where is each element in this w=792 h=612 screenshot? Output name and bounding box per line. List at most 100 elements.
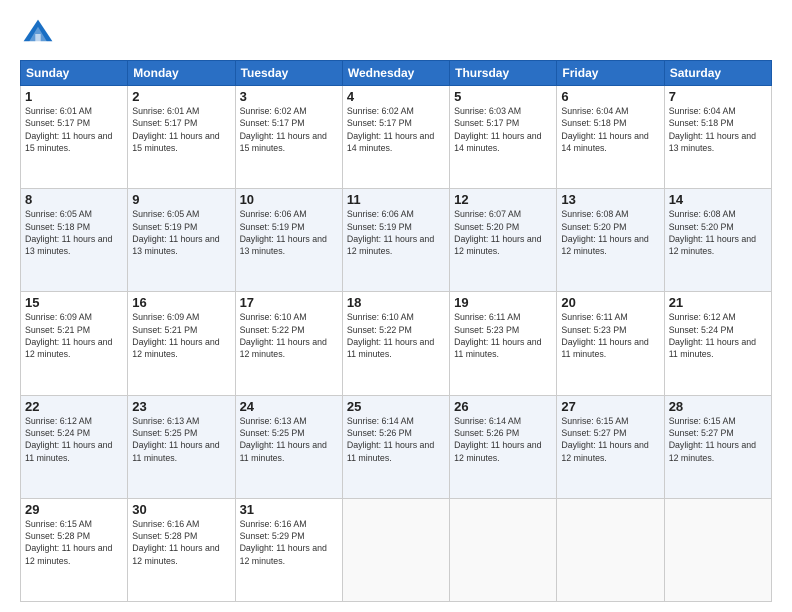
- calendar-cell: 13 Sunrise: 6:08 AMSunset: 5:20 PMDaylig…: [557, 189, 664, 292]
- calendar-table: SundayMondayTuesdayWednesdayThursdayFrid…: [20, 60, 772, 602]
- calendar-cell: 8 Sunrise: 6:05 AMSunset: 5:18 PMDayligh…: [21, 189, 128, 292]
- day-number: 21: [669, 295, 767, 310]
- calendar-cell: [664, 498, 771, 601]
- header: [20, 16, 772, 52]
- day-info: Sunrise: 6:04 AMSunset: 5:18 PMDaylight:…: [669, 106, 756, 153]
- day-info: Sunrise: 6:04 AMSunset: 5:18 PMDaylight:…: [561, 106, 648, 153]
- calendar-cell: [342, 498, 449, 601]
- day-info: Sunrise: 6:05 AMSunset: 5:18 PMDaylight:…: [25, 209, 112, 256]
- day-number: 13: [561, 192, 659, 207]
- day-number: 16: [132, 295, 230, 310]
- page: SundayMondayTuesdayWednesdayThursdayFrid…: [0, 0, 792, 612]
- day-number: 31: [240, 502, 338, 517]
- calendar-cell: 2 Sunrise: 6:01 AMSunset: 5:17 PMDayligh…: [128, 86, 235, 189]
- calendar-cell: 6 Sunrise: 6:04 AMSunset: 5:18 PMDayligh…: [557, 86, 664, 189]
- calendar-cell: 1 Sunrise: 6:01 AMSunset: 5:17 PMDayligh…: [21, 86, 128, 189]
- calendar-cell: 24 Sunrise: 6:13 AMSunset: 5:25 PMDaylig…: [235, 395, 342, 498]
- day-info: Sunrise: 6:14 AMSunset: 5:26 PMDaylight:…: [454, 416, 541, 463]
- day-number: 20: [561, 295, 659, 310]
- col-header-monday: Monday: [128, 61, 235, 86]
- calendar-cell: 19 Sunrise: 6:11 AMSunset: 5:23 PMDaylig…: [450, 292, 557, 395]
- day-number: 6: [561, 89, 659, 104]
- col-header-saturday: Saturday: [664, 61, 771, 86]
- col-header-wednesday: Wednesday: [342, 61, 449, 86]
- day-info: Sunrise: 6:09 AMSunset: 5:21 PMDaylight:…: [25, 312, 112, 359]
- day-info: Sunrise: 6:16 AMSunset: 5:29 PMDaylight:…: [240, 519, 327, 566]
- day-info: Sunrise: 6:02 AMSunset: 5:17 PMDaylight:…: [347, 106, 434, 153]
- day-info: Sunrise: 6:11 AMSunset: 5:23 PMDaylight:…: [561, 312, 648, 359]
- calendar-cell: 30 Sunrise: 6:16 AMSunset: 5:28 PMDaylig…: [128, 498, 235, 601]
- day-info: Sunrise: 6:14 AMSunset: 5:26 PMDaylight:…: [347, 416, 434, 463]
- day-number: 15: [25, 295, 123, 310]
- day-number: 9: [132, 192, 230, 207]
- calendar-cell: 23 Sunrise: 6:13 AMSunset: 5:25 PMDaylig…: [128, 395, 235, 498]
- day-info: Sunrise: 6:05 AMSunset: 5:19 PMDaylight:…: [132, 209, 219, 256]
- calendar-cell: 17 Sunrise: 6:10 AMSunset: 5:22 PMDaylig…: [235, 292, 342, 395]
- calendar-cell: 11 Sunrise: 6:06 AMSunset: 5:19 PMDaylig…: [342, 189, 449, 292]
- calendar-cell: 26 Sunrise: 6:14 AMSunset: 5:26 PMDaylig…: [450, 395, 557, 498]
- day-number: 5: [454, 89, 552, 104]
- calendar-cell: 4 Sunrise: 6:02 AMSunset: 5:17 PMDayligh…: [342, 86, 449, 189]
- day-number: 19: [454, 295, 552, 310]
- calendar-cell: 31 Sunrise: 6:16 AMSunset: 5:29 PMDaylig…: [235, 498, 342, 601]
- calendar-cell: 9 Sunrise: 6:05 AMSunset: 5:19 PMDayligh…: [128, 189, 235, 292]
- day-info: Sunrise: 6:06 AMSunset: 5:19 PMDaylight:…: [347, 209, 434, 256]
- day-info: Sunrise: 6:15 AMSunset: 5:28 PMDaylight:…: [25, 519, 112, 566]
- calendar-cell: 29 Sunrise: 6:15 AMSunset: 5:28 PMDaylig…: [21, 498, 128, 601]
- day-number: 30: [132, 502, 230, 517]
- calendar-cell: 18 Sunrise: 6:10 AMSunset: 5:22 PMDaylig…: [342, 292, 449, 395]
- day-info: Sunrise: 6:10 AMSunset: 5:22 PMDaylight:…: [347, 312, 434, 359]
- calendar-cell: 5 Sunrise: 6:03 AMSunset: 5:17 PMDayligh…: [450, 86, 557, 189]
- day-info: Sunrise: 6:15 AMSunset: 5:27 PMDaylight:…: [561, 416, 648, 463]
- day-number: 18: [347, 295, 445, 310]
- calendar-cell: 10 Sunrise: 6:06 AMSunset: 5:19 PMDaylig…: [235, 189, 342, 292]
- logo: [20, 16, 58, 52]
- calendar-cell: 16 Sunrise: 6:09 AMSunset: 5:21 PMDaylig…: [128, 292, 235, 395]
- day-number: 2: [132, 89, 230, 104]
- col-header-thursday: Thursday: [450, 61, 557, 86]
- day-info: Sunrise: 6:13 AMSunset: 5:25 PMDaylight:…: [132, 416, 219, 463]
- col-header-tuesday: Tuesday: [235, 61, 342, 86]
- calendar-cell: 12 Sunrise: 6:07 AMSunset: 5:20 PMDaylig…: [450, 189, 557, 292]
- calendar-cell: 27 Sunrise: 6:15 AMSunset: 5:27 PMDaylig…: [557, 395, 664, 498]
- day-info: Sunrise: 6:12 AMSunset: 5:24 PMDaylight:…: [669, 312, 756, 359]
- col-header-friday: Friday: [557, 61, 664, 86]
- day-info: Sunrise: 6:11 AMSunset: 5:23 PMDaylight:…: [454, 312, 541, 359]
- day-number: 22: [25, 399, 123, 414]
- day-info: Sunrise: 6:08 AMSunset: 5:20 PMDaylight:…: [669, 209, 756, 256]
- calendar-cell: 20 Sunrise: 6:11 AMSunset: 5:23 PMDaylig…: [557, 292, 664, 395]
- day-info: Sunrise: 6:09 AMSunset: 5:21 PMDaylight:…: [132, 312, 219, 359]
- col-header-sunday: Sunday: [21, 61, 128, 86]
- day-info: Sunrise: 6:02 AMSunset: 5:17 PMDaylight:…: [240, 106, 327, 153]
- day-number: 1: [25, 89, 123, 104]
- day-info: Sunrise: 6:03 AMSunset: 5:17 PMDaylight:…: [454, 106, 541, 153]
- calendar-cell: 21 Sunrise: 6:12 AMSunset: 5:24 PMDaylig…: [664, 292, 771, 395]
- day-number: 14: [669, 192, 767, 207]
- day-number: 25: [347, 399, 445, 414]
- day-info: Sunrise: 6:08 AMSunset: 5:20 PMDaylight:…: [561, 209, 648, 256]
- calendar-cell: 15 Sunrise: 6:09 AMSunset: 5:21 PMDaylig…: [21, 292, 128, 395]
- day-info: Sunrise: 6:13 AMSunset: 5:25 PMDaylight:…: [240, 416, 327, 463]
- day-number: 8: [25, 192, 123, 207]
- calendar-cell: 7 Sunrise: 6:04 AMSunset: 5:18 PMDayligh…: [664, 86, 771, 189]
- day-number: 27: [561, 399, 659, 414]
- day-number: 10: [240, 192, 338, 207]
- day-number: 17: [240, 295, 338, 310]
- day-info: Sunrise: 6:12 AMSunset: 5:24 PMDaylight:…: [25, 416, 112, 463]
- calendar-cell: [557, 498, 664, 601]
- day-info: Sunrise: 6:06 AMSunset: 5:19 PMDaylight:…: [240, 209, 327, 256]
- day-info: Sunrise: 6:01 AMSunset: 5:17 PMDaylight:…: [132, 106, 219, 153]
- calendar-cell: 14 Sunrise: 6:08 AMSunset: 5:20 PMDaylig…: [664, 189, 771, 292]
- calendar-cell: 28 Sunrise: 6:15 AMSunset: 5:27 PMDaylig…: [664, 395, 771, 498]
- day-number: 7: [669, 89, 767, 104]
- day-number: 3: [240, 89, 338, 104]
- day-info: Sunrise: 6:07 AMSunset: 5:20 PMDaylight:…: [454, 209, 541, 256]
- calendar-cell: 25 Sunrise: 6:14 AMSunset: 5:26 PMDaylig…: [342, 395, 449, 498]
- day-number: 11: [347, 192, 445, 207]
- day-number: 12: [454, 192, 552, 207]
- calendar-cell: [450, 498, 557, 601]
- day-info: Sunrise: 6:15 AMSunset: 5:27 PMDaylight:…: [669, 416, 756, 463]
- calendar-cell: 3 Sunrise: 6:02 AMSunset: 5:17 PMDayligh…: [235, 86, 342, 189]
- day-number: 29: [25, 502, 123, 517]
- day-number: 28: [669, 399, 767, 414]
